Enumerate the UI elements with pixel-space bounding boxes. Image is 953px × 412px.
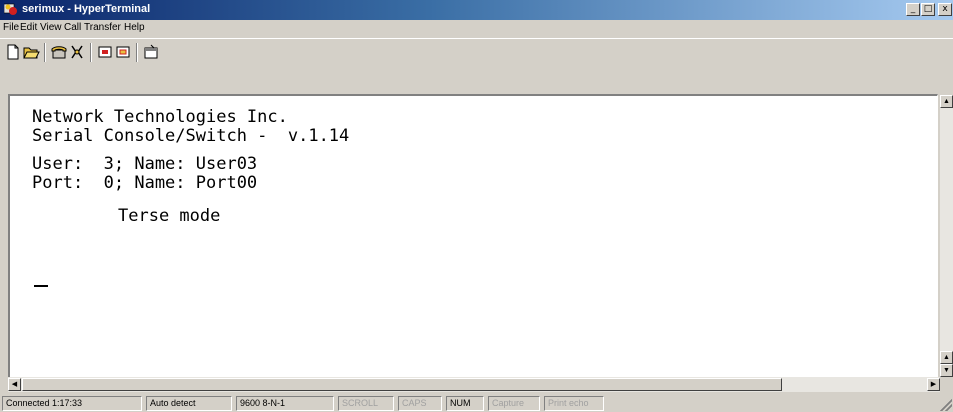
properties-page-icon[interactable] (142, 43, 160, 61)
status-connected: Connected 1:17:33 (2, 396, 142, 411)
terminal-cursor (34, 285, 48, 287)
hyperterminal-icon (4, 3, 17, 15)
horizontal-scrollbar[interactable]: ◀ ▶ (8, 377, 940, 392)
menu-call[interactable]: Call (64, 22, 81, 33)
status-bar: Connected 1:17:33 Auto detect 9600 8-N-1… (0, 394, 953, 412)
terminal-screen[interactable]: Network Technologies Inc. Serial Console… (14, 100, 932, 370)
window-title: serimux - HyperTerminal (22, 3, 151, 15)
horizontal-scroll-thumb[interactable] (22, 378, 782, 391)
status-num: NUM (446, 396, 484, 411)
scroll-up-small-icon[interactable]: ▲ (940, 351, 953, 364)
maximize-button[interactable]: □ (921, 3, 935, 16)
vertical-scrollbar[interactable]: ▲ ▲ ▼ (940, 95, 953, 377)
terminal-line-port: Port: 0; Name: Port00 (32, 173, 258, 193)
toolbar-separator (44, 43, 46, 62)
status-scroll: SCROLL (338, 396, 394, 411)
status-caps: CAPS (398, 396, 442, 411)
terminal-line-mode: Terse mode (118, 206, 221, 226)
scroll-up-arrow-icon[interactable]: ▲ (940, 95, 953, 108)
phone-connect-icon[interactable] (50, 43, 68, 61)
title-bar[interactable]: serimux - HyperTerminal _ □ x (0, 0, 953, 20)
resize-grip-icon[interactable] (940, 399, 952, 411)
menu-file[interactable]: File (3, 22, 19, 33)
terminal-line-user: User: 3; Name: User03 (32, 154, 258, 174)
menu-bar: File Edit View Call Transfer Help (0, 20, 953, 37)
status-print-echo: Print echo (544, 396, 604, 411)
status-detect: Auto detect (146, 396, 232, 411)
status-settings: 9600 8-N-1 (236, 396, 334, 411)
send-file-icon[interactable] (96, 43, 114, 61)
toolbar (0, 38, 953, 66)
menu-help[interactable]: Help (124, 22, 145, 33)
toolbar-separator (136, 43, 138, 62)
scroll-right-arrow-icon[interactable]: ▶ (927, 378, 940, 391)
status-capture: Capture (488, 396, 540, 411)
scroll-down-arrow-icon[interactable]: ▼ (940, 364, 953, 377)
menu-transfer[interactable]: Transfer (84, 22, 121, 33)
minimize-button[interactable]: _ (906, 3, 920, 16)
open-folder-icon[interactable] (22, 43, 40, 61)
new-document-icon[interactable] (4, 43, 22, 61)
close-button[interactable]: x (938, 3, 952, 16)
receive-file-icon[interactable] (114, 43, 132, 61)
disconnect-icon[interactable] (68, 43, 86, 61)
menu-view[interactable]: View (40, 22, 62, 33)
scroll-left-arrow-icon[interactable]: ◀ (8, 378, 21, 391)
terminal-line-version: Serial Console/Switch - v.1.14 (32, 126, 350, 146)
terminal-line-company: Network Technologies Inc. (32, 107, 288, 127)
menu-edit[interactable]: Edit (20, 22, 37, 33)
toolbar-separator (90, 43, 92, 62)
